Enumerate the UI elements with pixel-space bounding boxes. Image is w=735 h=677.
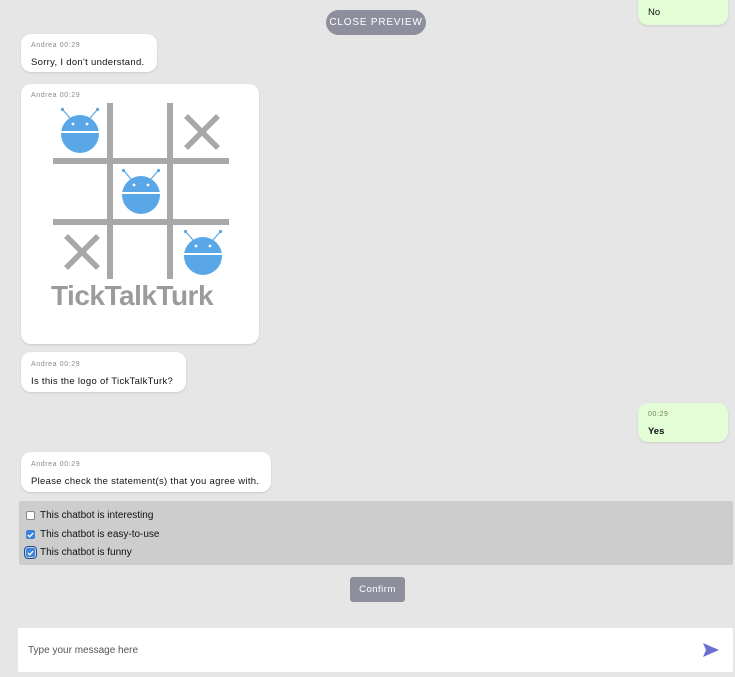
checkbox-checked[interactable]	[24, 546, 37, 559]
checkbox-unchecked[interactable]	[26, 511, 35, 520]
checkbox-option-easy-to-use[interactable]: This chatbot is easy-to-use	[26, 529, 160, 540]
check-icon	[27, 532, 34, 538]
statement-checklist: This chatbot is interesting This chatbot…	[19, 501, 733, 565]
timestamp: 00:29	[59, 361, 81, 368]
timestamp: 00:29	[648, 411, 669, 418]
message-text: Yes	[648, 426, 665, 437]
checkbox-label: This chatbot is funny	[40, 547, 132, 558]
checkbox-label: This chatbot is easy-to-use	[40, 529, 160, 540]
confirm-button[interactable]: Confirm	[350, 577, 405, 602]
robot-icon	[183, 229, 223, 275]
timestamp: 00:29	[59, 461, 81, 468]
message-input[interactable]	[28, 640, 668, 660]
message-meta: Andrea 00:29	[31, 461, 80, 468]
check-icon	[27, 550, 34, 556]
message-text: Is this the logo of TickTalkTurk?	[31, 376, 174, 387]
robot-icon	[121, 168, 161, 214]
message-bubble-outgoing: No	[638, 0, 728, 25]
logo-wordmark: TickTalkTurk	[50, 280, 214, 311]
close-preview-button[interactable]: CLOSE PREVIEW	[326, 10, 426, 35]
send-icon[interactable]	[703, 643, 719, 657]
message-bubble-incoming: Andrea 00:29 Is this the logo of TickTal…	[21, 352, 186, 392]
checkbox-option-interesting[interactable]: This chatbot is interesting	[26, 510, 153, 521]
checkbox-option-funny[interactable]: This chatbot is funny	[24, 546, 132, 559]
message-bubble-incoming: Andrea 00:29 Please check the statement(…	[21, 452, 271, 492]
message-text: Please check the statement(s) that you a…	[31, 476, 260, 487]
checkbox-checked[interactable]	[26, 530, 35, 539]
message-text: No	[648, 7, 661, 18]
message-bubble-outgoing: 00:29 Yes	[638, 403, 728, 442]
robot-icon	[60, 107, 100, 153]
message-composer	[18, 628, 733, 672]
sender-name: Andrea	[31, 361, 58, 368]
sender-name: Andrea	[31, 461, 58, 468]
checkbox-label: This chatbot is interesting	[40, 510, 154, 521]
message-meta: Andrea 00:29	[31, 361, 80, 368]
